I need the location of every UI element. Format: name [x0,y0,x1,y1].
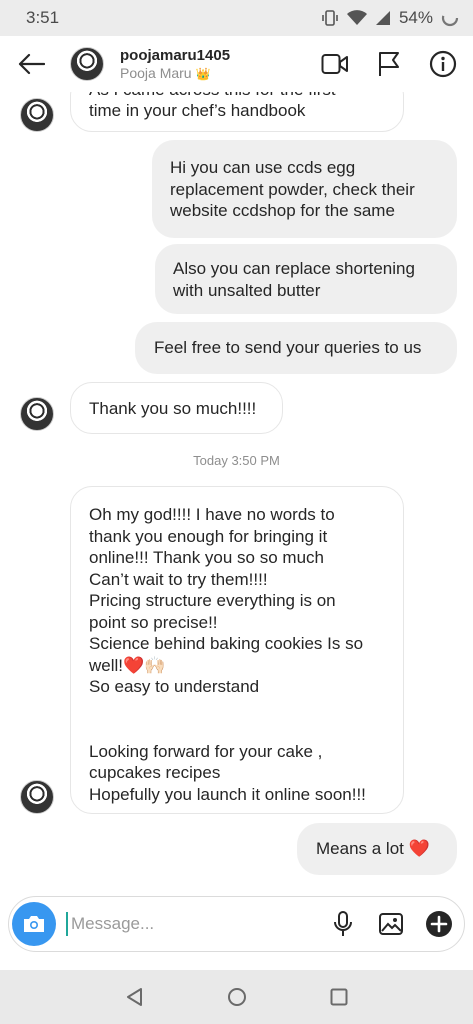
message-bubble-incoming[interactable]: Oh my god!!!! I have no words to thank y… [70,486,404,814]
contact-real-name: Pooja Maru 👑 [120,65,230,82]
vibrate-icon [321,9,339,27]
message-list[interactable]: As I came across this for the first time… [0,92,473,892]
camera-icon[interactable] [12,902,56,946]
message-bubble-incoming[interactable]: Thank you so much!!!! [70,382,283,434]
recents-square-icon[interactable] [326,984,352,1010]
message-bubble-outgoing[interactable]: Also you can replace shortening with uns… [155,244,457,314]
wifi-icon [346,10,367,26]
system-nav-bar [0,970,473,1024]
contact-names[interactable]: poojamaru1405 Pooja Maru 👑 [120,47,230,82]
microphone-icon[interactable] [328,909,358,939]
message-composer [8,896,465,952]
battery-icon [441,9,459,27]
message-timestamp: Today 3:50 PM [193,453,280,468]
gallery-icon[interactable] [376,909,406,939]
signal-icon [375,10,391,26]
composer-actions [328,909,454,939]
status-icons: 54% [321,8,459,28]
header-actions [319,48,459,80]
flag-icon[interactable] [373,48,405,80]
message-bubble-outgoing[interactable]: Means a lot ❤️ [297,823,457,875]
avatar[interactable] [70,47,104,81]
message-bubble-incoming[interactable]: As I came across this for the first time… [70,92,404,132]
battery-percent: 54% [398,8,433,27]
crown-emoji: 👑 [195,66,211,81]
message-bubble-outgoing[interactable]: Hi you can use ccds egg replacement powd… [152,140,457,238]
back-triangle-icon[interactable] [122,984,148,1010]
contact-username: poojamaru1405 [120,46,231,64]
real-name-text: Pooja Maru [120,64,192,81]
back-arrow-icon[interactable] [14,47,48,81]
status-time: 3:51 [26,8,60,27]
message-bubble-outgoing[interactable]: Feel free to send your queries to us [135,322,457,374]
message-input[interactable] [66,912,323,936]
chat-header: poojamaru1405 Pooja Maru 👑 [0,36,473,92]
avatar[interactable] [20,98,54,132]
video-call-icon[interactable] [319,48,351,80]
status-bar: 3:51 54% [0,0,473,36]
info-icon[interactable] [427,48,459,80]
avatar[interactable] [20,397,54,431]
home-circle-icon[interactable] [224,984,250,1010]
add-icon[interactable] [424,909,454,939]
avatar[interactable] [20,780,54,814]
